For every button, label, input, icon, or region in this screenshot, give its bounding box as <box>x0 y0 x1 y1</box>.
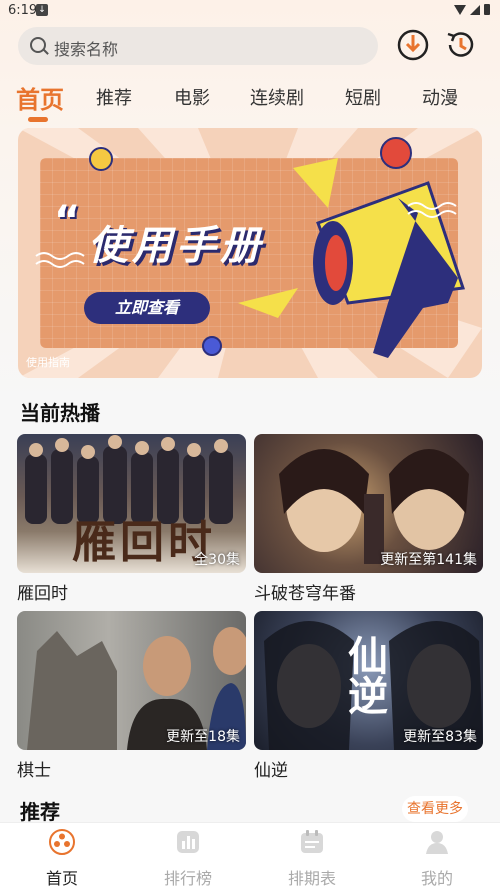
poster-image: 更新至第141集 <box>254 434 483 573</box>
status-bar: 6:19 ↓ <box>0 0 500 22</box>
category-tabs: 首页 推荐 电影 连续剧 短剧 动漫 <box>0 78 500 122</box>
calendar-icon <box>301 830 323 853</box>
banner-caption: 使用指南 <box>26 356 70 369</box>
film-reel-icon <box>49 829 75 855</box>
tab-anime[interactable]: 动漫 <box>422 84 458 110</box>
profile-icon <box>426 831 448 854</box>
poster-image: 仙逆 更新至83集 <box>254 611 483 750</box>
nav-ranking[interactable]: 排行榜 <box>148 829 228 889</box>
tab-movies[interactable]: 电影 <box>174 84 210 110</box>
search-bar[interactable]: 搜索名称 <box>18 27 378 65</box>
drama-title: 仙逆 <box>254 761 288 781</box>
wifi-icon <box>454 4 466 15</box>
banner-title: 使用手册 <box>88 223 264 269</box>
drama-title: 雁回时 <box>17 584 68 604</box>
episode-badge: 全30集 <box>194 552 240 568</box>
tab-short-drama[interactable]: 短剧 <box>345 84 381 110</box>
drama-card[interactable]: 仙逆 更新至83集 仙逆 <box>254 611 483 781</box>
signal-icon <box>470 4 480 15</box>
bottom-nav: 首页 排行榜 排期表 我的 <box>0 822 500 890</box>
search-icon <box>30 37 46 53</box>
poster-title-art: 仙逆 <box>341 635 388 715</box>
nav-profile[interactable]: 我的 <box>397 829 477 889</box>
poster-image: 更新至18集 <box>17 611 246 750</box>
drama-title: 斗破苍穹年番 <box>254 584 356 604</box>
poster-image: 雁回时 全30集 <box>17 434 246 573</box>
nav-label: 排期表 <box>287 869 336 888</box>
nav-home[interactable]: 首页 <box>22 829 102 889</box>
promo-banner[interactable]: “ 使用手册 立即查看 使用指南 <box>18 128 482 378</box>
tab-series[interactable]: 连续剧 <box>250 84 304 110</box>
view-more-button[interactable]: 查看更多 <box>402 796 468 822</box>
banner-quote-mark: “ <box>54 198 81 244</box>
section-title-now-playing: 当前热播 <box>20 401 100 425</box>
nav-label: 首页 <box>45 869 78 888</box>
banner-cta-button[interactable]: 立即查看 <box>84 292 210 324</box>
download-manager-icon[interactable] <box>396 28 430 62</box>
ranking-icon <box>177 831 199 853</box>
history-icon[interactable] <box>444 28 478 62</box>
status-icons <box>454 4 490 15</box>
nav-schedule[interactable]: 排期表 <box>272 829 352 889</box>
episode-badge: 更新至第141集 <box>380 552 477 568</box>
drama-title: 棋士 <box>17 761 51 781</box>
search-placeholder: 搜索名称 <box>54 40 119 59</box>
section-title-recommend: 推荐 <box>20 800 60 824</box>
drama-card[interactable]: 更新至18集 棋士 <box>17 611 246 781</box>
episode-badge: 更新至83集 <box>403 729 477 745</box>
drama-card[interactable]: 雁回时 全30集 雁回时 <box>17 434 246 604</box>
battery-icon <box>484 4 490 15</box>
drama-card[interactable]: 更新至第141集 斗破苍穹年番 <box>254 434 483 604</box>
download-icon: ↓ <box>36 4 48 16</box>
nav-label: 我的 <box>420 869 453 888</box>
active-tab-indicator <box>28 117 48 122</box>
episode-badge: 更新至18集 <box>166 729 240 745</box>
tab-recommend[interactable]: 推荐 <box>96 84 132 110</box>
status-time: 6:19 <box>8 3 38 18</box>
tab-home[interactable]: 首页 <box>16 80 64 115</box>
nav-label: 排行榜 <box>163 869 212 888</box>
